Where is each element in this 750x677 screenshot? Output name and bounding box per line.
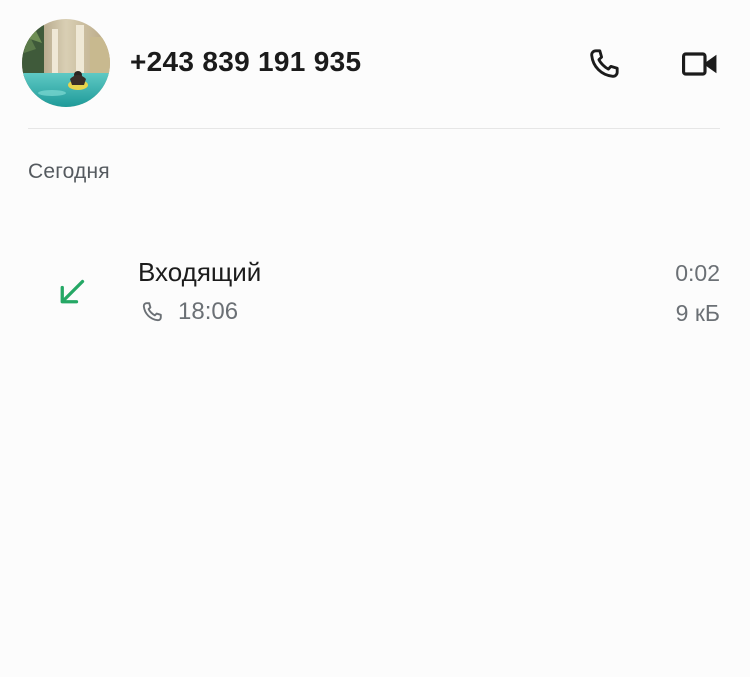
header-divider xyxy=(28,128,720,129)
phone-icon xyxy=(142,302,162,322)
video-call-button[interactable] xyxy=(676,40,724,88)
date-section-label: Сегодня xyxy=(28,160,110,183)
call-meta: 18:06 xyxy=(138,298,238,326)
call-time: 18:06 xyxy=(178,298,239,325)
avatar-photo-icon xyxy=(22,19,110,107)
phone-icon xyxy=(590,49,619,78)
voice-call-button[interactable] xyxy=(580,40,628,88)
call-log-entry[interactable]: Входящий 18:06 0:02 9 кБ xyxy=(0,238,750,342)
contact-header: +243 839 191 935 xyxy=(0,0,750,128)
call-info-screen: +243 839 191 935 Сегодня Входящий 18:06 xyxy=(0,0,750,677)
incoming-arrow-icon xyxy=(60,279,85,304)
call-data-size: 9 кБ xyxy=(675,300,720,326)
contact-avatar[interactable] xyxy=(22,19,110,107)
contact-name: +243 839 191 935 xyxy=(130,46,362,77)
call-duration: 0:02 xyxy=(675,260,720,286)
video-camera-icon xyxy=(682,52,717,76)
call-type-label: Входящий xyxy=(138,257,262,287)
